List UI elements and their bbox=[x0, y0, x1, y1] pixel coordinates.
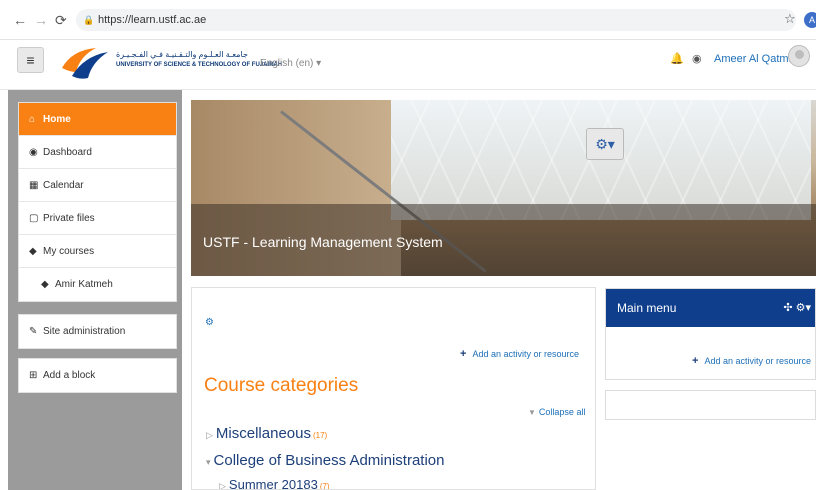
category-count: (17) bbox=[312, 431, 328, 440]
hamburger-icon[interactable]: ≡ bbox=[17, 47, 44, 73]
admin-navigation: ✎ Site administration bbox=[18, 314, 177, 349]
caret-right-icon: ▷ bbox=[206, 430, 213, 440]
nav-item-label: Home bbox=[43, 114, 71, 125]
address-bar[interactable]: 🔒 https://learn.ustf.ac.ae bbox=[76, 9, 796, 31]
nav-item-course[interactable]: ◆ Amir Katmeh bbox=[19, 268, 176, 301]
category-business-administration[interactable]: ▾ College of Business Administration bbox=[206, 452, 445, 469]
category-summer[interactable]: ▷ Summer 20183 (7) bbox=[219, 477, 330, 490]
add-block-button[interactable]: ⊞ Add a block bbox=[19, 359, 176, 392]
add-activity-link[interactable]: + Add an activity or resource bbox=[460, 348, 579, 360]
nav-item-label: Amir Katmeh bbox=[55, 279, 113, 290]
nav-item-private-files[interactable]: ▢ Private files bbox=[19, 202, 176, 235]
plus-icon: + bbox=[460, 348, 467, 360]
nav-item-my-courses[interactable]: ◆ My courses bbox=[19, 235, 176, 268]
message-icon[interactable]: ◉ bbox=[692, 52, 702, 65]
empty-block bbox=[605, 390, 816, 420]
nav-item-label: My courses bbox=[43, 246, 95, 257]
hero-title-bar: USTF - Learning Management System bbox=[191, 204, 816, 276]
caret-down-icon: ▾ bbox=[206, 457, 211, 467]
caret-down-icon: ▼ bbox=[528, 408, 536, 417]
profile-avatar-icon[interactable]: A bbox=[804, 12, 816, 28]
bell-icon[interactable]: 🔔 bbox=[670, 52, 684, 65]
wrench-icon: ✎ bbox=[29, 326, 38, 337]
section-gear-icon[interactable]: ⚙ bbox=[205, 317, 214, 328]
nav-item-label: Dashboard bbox=[43, 147, 92, 158]
block-gear-icon[interactable]: ⚙▾ bbox=[796, 302, 811, 314]
hero-image-skylight bbox=[391, 100, 811, 220]
move-icon[interactable]: ✣ bbox=[783, 302, 792, 314]
home-icon: ⌂ bbox=[29, 114, 36, 125]
collapse-all-label: Collapse all bbox=[538, 407, 586, 417]
page-title: USTF - Learning Management System bbox=[203, 234, 443, 250]
forward-arrow-icon[interactable]: → bbox=[34, 12, 48, 28]
graduation-cap-icon: ◆ bbox=[41, 279, 49, 290]
block-navigation: ⊞ Add a block bbox=[18, 358, 177, 393]
language-selector[interactable]: English (en) ▾ bbox=[260, 58, 321, 69]
nav-drawer: ⌂ Home ◉ Dashboard ▦ Calendar ▢ Private file… bbox=[8, 90, 182, 490]
main-menu-block: Main menu ✣ ⚙▾ + Add an activity or resou… bbox=[605, 288, 816, 380]
dashboard-icon: ◉ bbox=[29, 147, 38, 158]
nav-item-label: Calendar bbox=[43, 180, 84, 191]
site-header: ≡ جامعـة العـلـوم والتـقـنيـة فـي الفـجـ… bbox=[0, 40, 816, 90]
nav-item-label: Site administration bbox=[43, 326, 126, 337]
plus-icon: + bbox=[692, 355, 699, 367]
nav-item-home[interactable]: ⌂ Home bbox=[19, 103, 176, 136]
graduation-cap-icon: ◆ bbox=[29, 246, 37, 257]
category-name: Miscellaneous bbox=[215, 425, 311, 442]
university-name-arabic: جامعـة العـلـوم والتـقـنيـة فـي الفـجـيـ… bbox=[116, 50, 248, 59]
nav-item-dashboard[interactable]: ◉ Dashboard bbox=[19, 136, 176, 169]
category-count: (7) bbox=[319, 482, 330, 490]
nav-item-label: Add a block bbox=[43, 370, 96, 381]
nav-item-site-administration[interactable]: ✎ Site administration bbox=[19, 315, 176, 348]
lock-icon: 🔒 bbox=[83, 15, 95, 25]
nav-item-label: Private files bbox=[43, 213, 95, 224]
course-categories-heading: Course categories bbox=[204, 375, 359, 396]
collapse-all-link[interactable]: ▼ Collapse all bbox=[528, 407, 585, 417]
nav-item-calendar[interactable]: ▦ Calendar bbox=[19, 169, 176, 202]
avatar[interactable] bbox=[788, 45, 810, 67]
main-menu-header: Main menu ✣ ⚙▾ bbox=[606, 289, 815, 327]
main-content: ⚙ + Add an activity or resource Course ca… bbox=[191, 287, 596, 490]
primary-navigation: ⌂ Home ◉ Dashboard ▦ Calendar ▢ Private file… bbox=[18, 102, 177, 302]
category-name: Summer 20183 bbox=[228, 477, 318, 490]
calendar-icon: ▦ bbox=[29, 180, 39, 191]
main-menu-add-activity-link[interactable]: + Add an activity or resource bbox=[692, 355, 811, 367]
add-activity-label: Add an activity or resource bbox=[472, 349, 579, 359]
bookmark-star-icon[interactable]: ☆ bbox=[784, 11, 796, 27]
user-menu[interactable]: Ameer Al Qatmih bbox=[714, 53, 797, 65]
file-icon: ▢ bbox=[29, 213, 39, 224]
browser-toolbar: ← → ⟳ 🔒 https://learn.ustf.ac.ae ☆ A bbox=[0, 0, 816, 40]
caret-right-icon: ▷ bbox=[219, 481, 226, 490]
url-text: https://learn.ustf.ac.ae bbox=[98, 14, 207, 26]
main-menu-title: Main menu bbox=[617, 301, 677, 315]
category-miscellaneous[interactable]: ▷ Miscellaneous (17) bbox=[206, 425, 327, 442]
reload-icon[interactable]: ⟳ bbox=[55, 12, 67, 28]
back-arrow-icon[interactable]: ← bbox=[13, 12, 27, 28]
university-name-english: UNIVERSITY OF SCIENCE & TECHNOLOGY OF FU… bbox=[116, 62, 283, 68]
hero-banner: USTF - Learning Management System bbox=[191, 100, 816, 276]
university-logo[interactable] bbox=[58, 42, 110, 82]
settings-gear-icon[interactable]: ⚙▾ bbox=[586, 128, 624, 160]
plus-square-icon: ⊞ bbox=[29, 370, 38, 381]
add-activity-label: Add an activity or resource bbox=[704, 356, 811, 366]
category-name: College of Business Administration bbox=[213, 452, 445, 469]
